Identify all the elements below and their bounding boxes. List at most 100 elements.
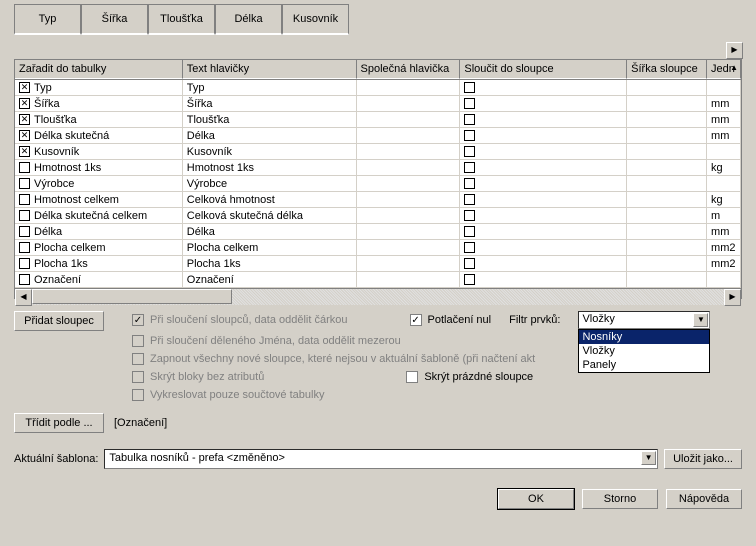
- header-text-cell[interactable]: Délka: [183, 224, 357, 239]
- shared-header-cell[interactable]: [357, 192, 461, 207]
- filter-dropdown[interactable]: Vložky▼ NosníkyVložkyPanely: [578, 311, 710, 329]
- header-text-cell[interactable]: Hmotnost 1ks: [183, 160, 357, 175]
- header-text-cell[interactable]: Tloušťka: [183, 112, 357, 127]
- col-header[interactable]: Společná hlavička: [357, 60, 461, 79]
- scroll-right-icon[interactable]: ▶: [724, 289, 741, 306]
- shared-header-cell[interactable]: [357, 272, 461, 287]
- hide-empty-checkbox[interactable]: [406, 371, 418, 383]
- table-row: Délka skutečnáDélkamm: [15, 128, 741, 144]
- shared-header-cell[interactable]: [357, 112, 461, 127]
- chevron-down-icon[interactable]: ▼: [693, 313, 708, 327]
- horizontal-scrollbar[interactable]: ◀ ▶: [15, 288, 741, 305]
- tab-kusovník[interactable]: Kusovník: [282, 4, 349, 35]
- shared-header-cell[interactable]: [357, 80, 461, 95]
- dropdown-item[interactable]: Vložky: [579, 344, 709, 358]
- width-cell[interactable]: [627, 112, 707, 127]
- sort-by-button[interactable]: Třídit podle ...: [14, 413, 104, 433]
- shared-header-cell[interactable]: [357, 176, 461, 191]
- merge-checkbox[interactable]: [464, 194, 475, 205]
- shared-header-cell[interactable]: [357, 96, 461, 111]
- include-checkbox[interactable]: [19, 114, 30, 125]
- include-checkbox[interactable]: [19, 162, 30, 173]
- chevron-down-icon[interactable]: ▼: [641, 451, 656, 465]
- shared-header-cell[interactable]: [357, 240, 461, 255]
- tab-šířka[interactable]: Šířka: [81, 4, 148, 35]
- col-header[interactable]: Jedn▲: [707, 60, 741, 79]
- col-header[interactable]: Zařadit do tabulky: [15, 60, 183, 79]
- shared-header-cell[interactable]: [357, 208, 461, 223]
- cancel-button[interactable]: Storno: [582, 489, 658, 509]
- header-text-cell[interactable]: Celková hmotnost: [183, 192, 357, 207]
- width-cell[interactable]: [627, 208, 707, 223]
- merge-checkbox[interactable]: [464, 210, 475, 221]
- suppress-null-checkbox[interactable]: [410, 314, 422, 326]
- width-cell[interactable]: [627, 176, 707, 191]
- add-column-button[interactable]: Přidat sloupec: [14, 311, 104, 331]
- save-as-button[interactable]: Uložit jako...: [664, 449, 742, 469]
- merge-checkbox[interactable]: [464, 82, 475, 93]
- scrollbar-thumb[interactable]: [32, 289, 232, 304]
- include-checkbox[interactable]: [19, 98, 30, 109]
- merge-checkbox[interactable]: [464, 98, 475, 109]
- width-cell[interactable]: [627, 128, 707, 143]
- include-checkbox[interactable]: [19, 194, 30, 205]
- header-text-cell[interactable]: Délka: [183, 128, 357, 143]
- merge-checkbox[interactable]: [464, 114, 475, 125]
- col-header[interactable]: Sloučit do sloupce: [460, 60, 627, 79]
- header-text-cell[interactable]: Výrobce: [183, 176, 357, 191]
- merge-checkbox[interactable]: [464, 130, 475, 141]
- merge-checkbox[interactable]: [464, 162, 475, 173]
- width-cell[interactable]: [627, 192, 707, 207]
- filter-label: Filtr prvků:: [509, 314, 560, 326]
- unit-cell: mm: [707, 96, 741, 111]
- width-cell[interactable]: [627, 144, 707, 159]
- width-cell[interactable]: [627, 240, 707, 255]
- tab-tloušťka[interactable]: Tloušťka: [148, 4, 215, 35]
- merge-checkbox[interactable]: [464, 178, 475, 189]
- unit-cell: mm: [707, 224, 741, 239]
- help-button[interactable]: Nápověda: [666, 489, 742, 509]
- include-checkbox[interactable]: [19, 82, 30, 93]
- tab-typ[interactable]: Typ: [14, 4, 81, 35]
- merge-checkbox[interactable]: [464, 274, 475, 285]
- merge-checkbox[interactable]: [464, 258, 475, 269]
- merge-checkbox[interactable]: [464, 242, 475, 253]
- width-cell[interactable]: [627, 160, 707, 175]
- include-checkbox[interactable]: [19, 130, 30, 141]
- scroll-right-icon[interactable]: ▶: [726, 42, 743, 59]
- template-select[interactable]: Tabulka nosníků - prefa <změněno> ▼: [104, 449, 658, 469]
- shared-header-cell[interactable]: [357, 128, 461, 143]
- header-text-cell[interactable]: Plocha celkem: [183, 240, 357, 255]
- shared-header-cell[interactable]: [357, 144, 461, 159]
- shared-header-cell[interactable]: [357, 256, 461, 271]
- tab-délka[interactable]: Délka: [215, 4, 282, 35]
- merge-checkbox[interactable]: [464, 226, 475, 237]
- col-header[interactable]: Text hlavičky: [183, 60, 357, 79]
- include-checkbox[interactable]: [19, 242, 30, 253]
- shared-header-cell[interactable]: [357, 224, 461, 239]
- header-text-cell[interactable]: Celková skutečná délka: [183, 208, 357, 223]
- width-cell[interactable]: [627, 224, 707, 239]
- header-text-cell[interactable]: Plocha 1ks: [183, 256, 357, 271]
- dropdown-item[interactable]: Nosníky: [579, 330, 709, 344]
- width-cell[interactable]: [627, 272, 707, 287]
- merge-checkbox[interactable]: [464, 146, 475, 157]
- header-text-cell[interactable]: Šířka: [183, 96, 357, 111]
- ok-button[interactable]: OK: [498, 489, 574, 509]
- include-checkbox[interactable]: [19, 274, 30, 285]
- col-header[interactable]: Šířka sloupce: [627, 60, 707, 79]
- include-checkbox[interactable]: [19, 210, 30, 221]
- include-checkbox[interactable]: [19, 178, 30, 189]
- width-cell[interactable]: [627, 96, 707, 111]
- scroll-left-icon[interactable]: ◀: [15, 289, 32, 306]
- include-checkbox[interactable]: [19, 226, 30, 237]
- include-checkbox[interactable]: [19, 146, 30, 157]
- header-text-cell[interactable]: Typ: [183, 80, 357, 95]
- shared-header-cell[interactable]: [357, 160, 461, 175]
- width-cell[interactable]: [627, 80, 707, 95]
- width-cell[interactable]: [627, 256, 707, 271]
- dropdown-item[interactable]: Panely: [579, 358, 709, 372]
- header-text-cell[interactable]: Označení: [183, 272, 357, 287]
- header-text-cell[interactable]: Kusovník: [183, 144, 357, 159]
- include-checkbox[interactable]: [19, 258, 30, 269]
